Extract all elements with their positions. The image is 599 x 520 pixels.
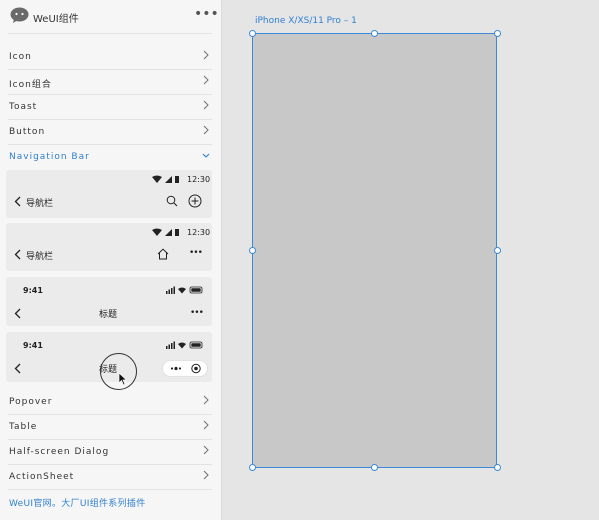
nav-title: 导航栏 bbox=[26, 199, 54, 209]
chevron-right-icon bbox=[203, 75, 209, 85]
frame-label[interactable]: iPhone X/XS/11 Pro – 1 bbox=[255, 16, 357, 26]
wechat-logo-icon bbox=[10, 7, 29, 23]
status-icons bbox=[166, 341, 203, 349]
nav-bar-variant-1[interactable]: 12:30 导航栏 bbox=[6, 170, 212, 218]
menu-item-icon[interactable]: Icon bbox=[0, 45, 222, 70]
menu-item-label: Button bbox=[9, 127, 46, 137]
status-icons bbox=[152, 175, 179, 183]
back-icon[interactable] bbox=[14, 196, 21, 207]
mouse-cursor-icon bbox=[118, 372, 128, 386]
components-panel: WeUI组件 ••• Icon Icon组合 Toast Button Navi… bbox=[0, 0, 222, 520]
chevron-right-icon bbox=[203, 125, 209, 135]
chevron-right-icon bbox=[203, 470, 209, 480]
nav-title: 标题 bbox=[99, 310, 118, 320]
status-icons bbox=[166, 286, 203, 294]
status-time: 12:30 bbox=[187, 228, 211, 237]
menu-item-toast[interactable]: Toast bbox=[0, 95, 222, 120]
chevron-right-icon bbox=[203, 50, 209, 60]
resize-handle-top[interactable] bbox=[371, 30, 378, 37]
resize-handle-bottom-right[interactable] bbox=[494, 464, 501, 471]
menu-item-navigation-bar[interactable]: Navigation Bar bbox=[0, 145, 222, 170]
more-options-button[interactable]: ••• bbox=[194, 6, 219, 22]
back-icon[interactable] bbox=[14, 363, 21, 374]
chevron-right-icon bbox=[203, 445, 209, 455]
nav-title: 导航栏 bbox=[26, 252, 54, 262]
resize-handle-bottom[interactable] bbox=[371, 464, 378, 471]
back-icon[interactable] bbox=[14, 249, 21, 260]
menu-item-label: ActionSheet bbox=[9, 472, 75, 482]
menu-item-label: Popover bbox=[9, 397, 53, 407]
chevron-right-icon bbox=[203, 100, 209, 110]
menu-item-label: Table bbox=[9, 422, 38, 432]
chevron-right-icon bbox=[203, 395, 209, 405]
status-icons bbox=[152, 228, 179, 236]
menu-item-table[interactable]: Table bbox=[0, 415, 222, 440]
add-circle-icon[interactable] bbox=[188, 194, 202, 208]
more-icon[interactable]: ••• bbox=[189, 248, 203, 258]
divider bbox=[8, 33, 212, 34]
capsule-button[interactable] bbox=[162, 360, 208, 377]
menu-item-label: Navigation Bar bbox=[9, 152, 90, 162]
status-time: 12:30 bbox=[187, 175, 211, 184]
chevron-right-icon bbox=[203, 420, 209, 430]
footer-link[interactable]: WeUI官网。大厂UI组件系列插件 bbox=[9, 496, 146, 509]
resize-handle-top-right[interactable] bbox=[494, 30, 501, 37]
status-time: 9:41 bbox=[23, 341, 43, 350]
menu-item-popover[interactable]: Popover bbox=[0, 390, 222, 415]
panel-header: WeUI组件 ••• bbox=[0, 0, 222, 34]
nav-bar-variant-2[interactable]: 12:30 导航栏 ••• bbox=[6, 223, 212, 271]
menu-item-button[interactable]: Button bbox=[0, 120, 222, 145]
menu-item-label: Icon组合 bbox=[9, 80, 52, 90]
nav-bar-variant-3[interactable]: 9:41 标题 ••• bbox=[6, 277, 212, 326]
back-icon[interactable] bbox=[14, 308, 21, 319]
status-time: 9:41 bbox=[23, 286, 43, 295]
resize-handle-left[interactable] bbox=[249, 247, 256, 254]
artboard-frame[interactable] bbox=[252, 33, 497, 468]
more-icon[interactable]: ••• bbox=[190, 308, 204, 318]
menu-item-label: Icon bbox=[9, 52, 32, 62]
menu-item-half-screen-dialog[interactable]: Half-screen Dialog bbox=[0, 440, 222, 465]
app-title: WeUI组件 bbox=[33, 14, 79, 25]
menu-item-label: Toast bbox=[9, 102, 38, 112]
chevron-down-icon bbox=[202, 153, 210, 158]
resize-handle-top-left[interactable] bbox=[249, 30, 256, 37]
search-icon[interactable] bbox=[166, 195, 178, 207]
divider bbox=[8, 489, 212, 490]
menu-item-icon-combo[interactable]: Icon组合 bbox=[0, 70, 222, 95]
home-icon[interactable] bbox=[157, 248, 169, 260]
resize-handle-right[interactable] bbox=[494, 247, 501, 254]
menu-item-actionsheet[interactable]: ActionSheet bbox=[0, 465, 222, 490]
resize-handle-bottom-left[interactable] bbox=[249, 464, 256, 471]
menu-item-label: Half-screen Dialog bbox=[9, 447, 110, 457]
